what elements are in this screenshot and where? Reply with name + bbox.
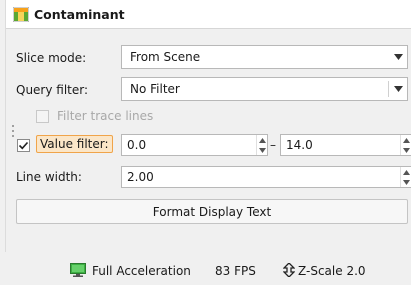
spin-down-icon[interactable] — [403, 148, 410, 153]
range-separator: – — [270, 138, 276, 152]
query-filter-dropdown[interactable]: No Filter — [121, 77, 408, 101]
panel-resize-grip-icon[interactable] — [12, 125, 14, 137]
value-filter-min-input[interactable]: 0.0 — [121, 134, 268, 156]
checkmark-icon — [18, 141, 29, 150]
query-filter-label: Query filter: — [16, 83, 89, 97]
chevron-down-icon[interactable] — [389, 46, 407, 68]
contaminant-object-icon — [13, 7, 29, 22]
value-filter-checkbox[interactable] — [17, 139, 30, 152]
value-filter-max-input[interactable]: 14.0 — [280, 134, 411, 156]
chevron-down-icon[interactable] — [389, 78, 407, 100]
panel-title-bar: Contaminant — [6, 0, 411, 28]
format-display-text-button[interactable]: Format Display Text — [16, 199, 408, 224]
line-width-input[interactable]: 2.00 — [121, 166, 411, 188]
acceleration-status: Full Acceleration — [92, 264, 191, 278]
spin-down-icon[interactable] — [403, 180, 410, 185]
spin-up-icon[interactable] — [259, 138, 266, 143]
value-filter-label: Value filter: — [36, 135, 113, 153]
query-filter-value: No Filter — [130, 82, 180, 96]
title-divider — [6, 28, 411, 29]
line-width-label: Line width: — [16, 170, 82, 184]
filter-trace-lines-label: Filter trace lines — [57, 109, 154, 123]
panel-title: Contaminant — [34, 7, 125, 22]
gpu-acceleration-icon — [70, 263, 86, 277]
filter-trace-lines-checkbox[interactable] — [36, 110, 49, 123]
zscale-arrows-icon[interactable] — [283, 263, 295, 277]
spin-arrows[interactable] — [400, 135, 411, 155]
spin-up-icon[interactable] — [403, 170, 410, 175]
spin-up-icon[interactable] — [403, 138, 410, 143]
value-filter-max-value: 14.0 — [286, 138, 313, 152]
slice-mode-dropdown[interactable]: From Scene — [121, 45, 408, 69]
line-width-value: 2.00 — [127, 170, 154, 184]
properties-panel: Contaminant Slice mode: From Scene Query… — [5, 0, 411, 252]
slice-mode-label: Slice mode: — [16, 51, 87, 65]
spin-down-icon[interactable] — [259, 148, 266, 153]
fps-readout: 83 FPS — [215, 264, 256, 278]
zscale-readout[interactable]: Z-Scale 2.0 — [298, 264, 366, 278]
status-bar: Full Acceleration 83 FPS Z-Scale 2.0 — [0, 252, 411, 285]
spin-arrows[interactable] — [256, 135, 267, 155]
spin-arrows[interactable] — [400, 167, 411, 187]
value-filter-min-value: 0.0 — [127, 138, 147, 152]
slice-mode-value: From Scene — [130, 50, 201, 64]
